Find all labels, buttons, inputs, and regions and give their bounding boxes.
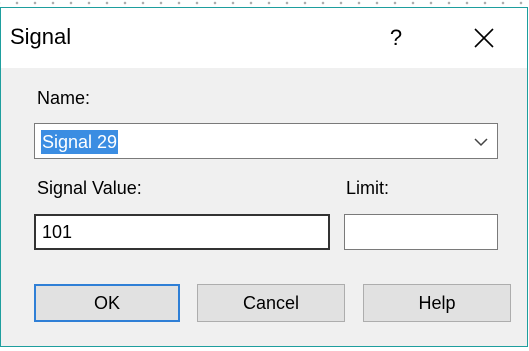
title-bar[interactable]: Signal ? [1,8,527,68]
screen: Signal ? Name: Signal 29 Signal Value: L… [0,0,529,351]
name-combobox-value: Signal 29 [41,130,119,154]
close-button[interactable] [464,18,504,58]
dialog-title: Signal [10,24,72,49]
ok-button[interactable]: OK [34,284,180,322]
signal-value-label: Signal Value: [37,178,142,198]
name-combobox[interactable]: Signal 29 [34,123,498,159]
limit-label: Limit: [346,178,390,198]
limit-input[interactable] [344,214,498,250]
name-label: Name: [37,88,91,108]
signal-dialog: Signal ? Name: Signal 29 Signal Value: L… [0,7,528,347]
cancel-button[interactable]: Cancel [197,284,345,322]
signal-value-input[interactable] [34,214,330,250]
background-dot-grid [0,0,529,6]
help-button[interactable]: Help [363,284,511,322]
close-icon [474,28,494,48]
chevron-down-icon[interactable] [471,132,491,152]
help-title-button[interactable]: ? [379,18,413,58]
